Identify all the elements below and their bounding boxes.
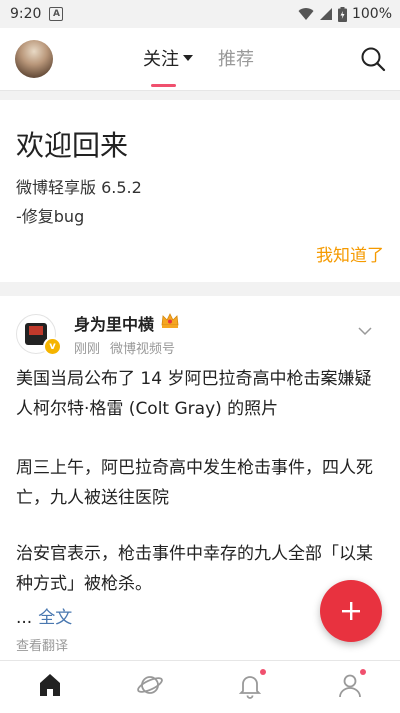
profile-icon[interactable] — [336, 671, 364, 699]
status-time: 9:20 — [10, 6, 42, 22]
home-icon[interactable] — [36, 671, 64, 699]
ellipsis-text: ... — [16, 608, 33, 628]
verified-badge-icon: v — [43, 337, 62, 356]
user-avatar[interactable] — [15, 40, 53, 78]
plus-icon — [342, 602, 360, 620]
acknowledge-button[interactable]: 我知道了 — [316, 241, 384, 266]
chevron-down-icon — [183, 55, 193, 61]
wifi-icon — [298, 8, 314, 20]
top-bar: 关注 推荐 — [0, 28, 400, 91]
notification-icon: A — [49, 7, 64, 21]
search-icon[interactable] — [360, 46, 386, 72]
changelog-text: -修复bug — [16, 207, 85, 226]
post-author-name[interactable]: 身为里中横 — [74, 311, 154, 335]
welcome-title: 欢迎回来 — [16, 129, 129, 162]
tab-follow-label: 关注 — [143, 49, 179, 70]
post-meta: 刚刚 微博视频号 — [74, 338, 175, 357]
profile-dot — [360, 669, 366, 675]
active-tab-indicator — [151, 84, 176, 87]
translate-link[interactable]: 查看翻译 — [16, 635, 68, 654]
welcome-card: 欢迎回来 微博轻享版 6.5.2 -修复bug 我知道了 — [0, 100, 400, 282]
full-text-link[interactable]: 全文 — [38, 608, 72, 628]
chevron-down-icon[interactable] — [358, 326, 372, 336]
post-paragraph: 美国当局公布了 14 岁阿巴拉奇高中枪击案嫌疑人柯尔特·格雷 (Colt Gra… — [16, 369, 372, 419]
post-truncation: ... 全文 — [16, 603, 72, 628]
notification-dot — [260, 669, 266, 675]
cell-signal-icon — [319, 8, 332, 20]
post-source: 微博视频号 — [110, 342, 176, 357]
post-paragraph: 周三上午，阿巴拉奇高中发生枪击事件，四人死亡，九人被送往医院 — [16, 458, 373, 508]
tab-recommend[interactable]: 推荐 — [218, 45, 254, 71]
post-time: 刚刚 — [74, 342, 101, 357]
battery-level: 100% — [351, 6, 392, 22]
battery-icon — [337, 6, 347, 22]
bottom-nav — [0, 660, 400, 713]
status-bar: 9:20 A 100% — [0, 0, 400, 28]
tab-follow[interactable]: 关注 — [143, 45, 193, 71]
version-text: 微博轻享版 6.5.2 — [16, 178, 142, 197]
bell-icon[interactable] — [236, 671, 264, 699]
member-crown-icon — [161, 313, 179, 328]
discover-planet-icon[interactable] — [136, 671, 164, 699]
tab-recommend-label: 推荐 — [218, 49, 254, 70]
compose-button[interactable] — [320, 580, 382, 642]
